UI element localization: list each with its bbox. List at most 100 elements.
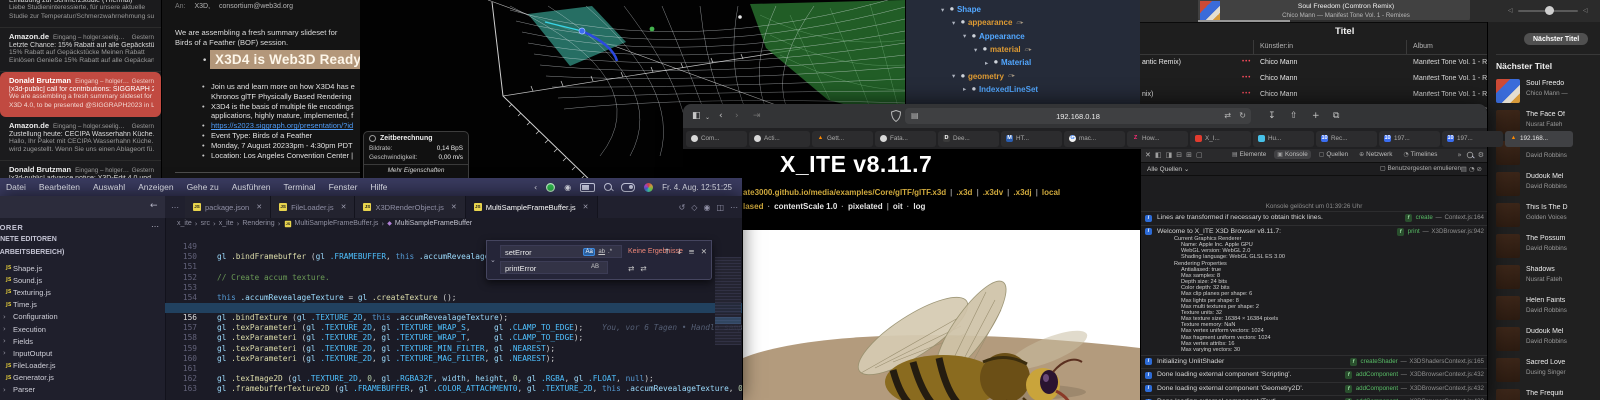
workspace-section[interactable]: X_ITE (ARBEITSBEREICH) bbox=[0, 249, 64, 256]
file-tree-item[interactable]: JS FileLoader.js bbox=[0, 360, 165, 372]
disclosure-icon[interactable]: ▾ bbox=[941, 6, 950, 14]
previous-match-icon[interactable]: ↑ bbox=[664, 247, 670, 256]
song-row[interactable]: ••• Chico Mann Manifest Tone Vol. 1 - Re… bbox=[1140, 71, 1487, 87]
volume-knob[interactable] bbox=[1545, 6, 1554, 15]
disclosure-icon[interactable]: ▾ bbox=[952, 72, 961, 80]
code-line[interactable]: 156 gl .texParameteri (gl .TEXTURE_2D, g… bbox=[165, 303, 742, 313]
menu-bar-clock[interactable]: Fr. 4. Aug. 12:51:25 bbox=[662, 183, 732, 192]
breadcrumb-item[interactable]: x_ite bbox=[177, 220, 192, 228]
queue-item[interactable]: The Possum David Robbins bbox=[1496, 233, 1600, 264]
tree-node[interactable]: ▾ ● geometry ▱▸ bbox=[906, 69, 1140, 82]
file-tree-item[interactable]: › Parser bbox=[0, 384, 165, 396]
tree-node[interactable]: ▸ ● Material bbox=[906, 56, 1140, 69]
emulate-gestures-checkbox[interactable]: ▢ Benutzergesten emulieren bbox=[1380, 165, 1461, 172]
open-editors-section[interactable]: GEÖFFNETE EDITOREN bbox=[0, 236, 57, 243]
browser-tab[interactable]: ▲ 192.168... bbox=[1505, 131, 1573, 147]
battery-icon[interactable] bbox=[580, 183, 595, 192]
console-row[interactable]: i Done loading external component 'Text'… bbox=[1141, 396, 1487, 400]
close-tab-icon[interactable]: ✕ bbox=[451, 203, 457, 211]
browser-tab[interactable]: D Dee... bbox=[938, 131, 999, 147]
code-line[interactable]: 158 gl .texParameteri (gl .TEXTURE_2D, g… bbox=[165, 323, 742, 333]
song-artist[interactable]: Chico Mann bbox=[1260, 91, 1297, 98]
more-options-icon[interactable]: ••• bbox=[1242, 75, 1251, 81]
breadcrumb-item[interactable]: Rendering bbox=[242, 220, 274, 228]
queue-item[interactable]: Helen Faints David Robbins bbox=[1496, 295, 1600, 326]
file-tree-item[interactable]: JS Shape.js bbox=[0, 262, 165, 274]
preserve-case-icon[interactable]: AB bbox=[591, 264, 599, 270]
translate-icon[interactable]: ⇄ bbox=[1224, 111, 1231, 120]
tree-node-label[interactable]: material bbox=[990, 45, 1021, 54]
tree-node-label[interactable]: Shape bbox=[957, 5, 981, 14]
history-back-icon[interactable]: ← bbox=[150, 201, 158, 211]
close-tab-icon[interactable]: ✕ bbox=[583, 203, 589, 211]
editor-tab[interactable]: JS package.json ✕ bbox=[185, 196, 271, 218]
console-action-icons[interactable]: ▤◔⊘ bbox=[1461, 165, 1484, 173]
browser-tab[interactable]: Hu... bbox=[1253, 131, 1314, 147]
browser-tab[interactable]: 10 197... bbox=[1442, 131, 1503, 147]
menu-item[interactable]: Auswahl bbox=[93, 182, 125, 192]
console-row[interactable]: i Done loading external component 'Geome… bbox=[1141, 383, 1487, 397]
tab-overflow-icon[interactable]: ⋯ bbox=[165, 196, 185, 218]
file-tree-item[interactable]: JS Generator.js bbox=[0, 372, 165, 384]
file-tree-item[interactable]: › InputOutput bbox=[0, 347, 165, 359]
browser-tab[interactable]: X_I... bbox=[1190, 131, 1251, 147]
match-case-icon[interactable]: Aa bbox=[583, 248, 595, 256]
reload-icon[interactable]: ↻ bbox=[1239, 111, 1246, 120]
console-source-location[interactable]: f print — X3DBrowser.js:942 bbox=[1397, 228, 1484, 236]
disclosure-icon[interactable]: ▾ bbox=[974, 46, 983, 54]
queue-item[interactable]: Dudouk Mel David Robbins bbox=[1496, 171, 1600, 202]
breadcrumb[interactable]: x_ite › src › x_ite › Rendering › JS Mul… bbox=[165, 218, 742, 229]
to-address[interactable]: consortium@web3d.org bbox=[219, 3, 293, 10]
to-name[interactable]: X3D, bbox=[194, 3, 210, 10]
code-line[interactable]: 159 gl .texParameteri (gl .TEXTURE_2D, g… bbox=[165, 333, 742, 343]
menu-item[interactable]: Ausführen bbox=[232, 182, 271, 192]
console-source-location[interactable]: f addComponent — X3DBrowserContext.js:43… bbox=[1345, 385, 1484, 393]
share-icon[interactable]: ⇧ bbox=[1290, 110, 1298, 122]
code-line[interactable]: 160 bbox=[165, 344, 742, 354]
editor-tab[interactable]: JS X3DRenderObject.js ✕ bbox=[355, 196, 465, 218]
dock-icons[interactable]: ◧◨⊟⊞▢ bbox=[1155, 151, 1203, 159]
console-row[interactable]: i Initializing UnlitShader f bbox=[1141, 356, 1487, 370]
x3d-bee-canvas[interactable] bbox=[743, 230, 1140, 400]
queue-item[interactable]: Soul Freedo Chico Mann — bbox=[1496, 78, 1600, 109]
inspector-tab[interactable]: ▤ Elemente bbox=[1229, 150, 1269, 159]
tree-node-label[interactable]: appearance bbox=[968, 18, 1012, 27]
chevron-down-icon[interactable]: ⌄ bbox=[705, 112, 710, 124]
inspector-tab[interactable]: ▢ Quellen bbox=[1316, 150, 1351, 159]
file-tree-item[interactable]: › Fields bbox=[0, 335, 165, 347]
code-line[interactable]: 163 bbox=[165, 374, 742, 384]
column-header-album[interactable]: Album bbox=[1413, 43, 1433, 50]
more-options-icon[interactable]: ••• bbox=[1242, 59, 1251, 65]
inspector-extra-icons[interactable]: » ⚙ bbox=[1457, 151, 1484, 159]
tree-node-label[interactable]: geometry bbox=[968, 72, 1004, 81]
tree-node[interactable]: ▾ ● material ▱▸ bbox=[906, 43, 1140, 56]
example-links[interactable]: ate3000.github.io/media/examples/Core/gl… bbox=[743, 188, 1060, 197]
queue-item[interactable]: Dudouk Mel David Robbins bbox=[1496, 326, 1600, 357]
console-source-location[interactable]: f addComponent — X3DBrowserContext.js:43… bbox=[1345, 371, 1484, 379]
inspector-tab[interactable]: ▣ Konsole bbox=[1274, 150, 1310, 159]
file-tree-item[interactable]: › Execution bbox=[0, 323, 165, 335]
minimap[interactable] bbox=[715, 257, 741, 345]
replace-icon[interactable]: ⇄ bbox=[628, 264, 634, 273]
progress-bar[interactable] bbox=[1198, 20, 1470, 22]
menu-item[interactable]: Gehe zu bbox=[187, 182, 219, 192]
editor-tab[interactable]: JS MultiSampleFrameBuffer.js ✕ bbox=[466, 196, 598, 218]
console-row[interactable]: i Done loading external component 'Scrip… bbox=[1141, 369, 1487, 383]
menu-item[interactable]: Hilfe bbox=[370, 182, 387, 192]
breadcrumb-file[interactable]: MultiSampleFrameBuffer.js bbox=[295, 220, 379, 227]
spotlight-icon[interactable] bbox=[604, 183, 612, 191]
tree-node-label[interactable]: Material bbox=[1001, 58, 1031, 67]
disclosure-icon[interactable]: ▸ bbox=[963, 85, 972, 93]
color-wheel-icon[interactable] bbox=[644, 183, 653, 192]
privacy-shield-icon[interactable] bbox=[891, 110, 901, 122]
menu-item[interactable]: Datei bbox=[6, 182, 26, 192]
song-artist[interactable]: Chico Mann bbox=[1260, 59, 1297, 66]
disclosure-icon[interactable]: ▾ bbox=[952, 19, 961, 27]
tree-node-label[interactable]: IndexedLineSet bbox=[979, 85, 1038, 94]
console-source-location[interactable]: f create — Context.js:164 bbox=[1405, 214, 1484, 222]
close-icon[interactable]: ✕ bbox=[1145, 151, 1151, 159]
file-tree-item[interactable]: › Prototype bbox=[0, 396, 165, 400]
collapse-replace-icon[interactable]: ⌄ bbox=[490, 256, 496, 264]
code-line[interactable]: 157 gl .texParameteri (gl .TEXTURE_2D, g… bbox=[165, 313, 742, 323]
close-find-icon[interactable]: ✕ bbox=[701, 247, 707, 256]
